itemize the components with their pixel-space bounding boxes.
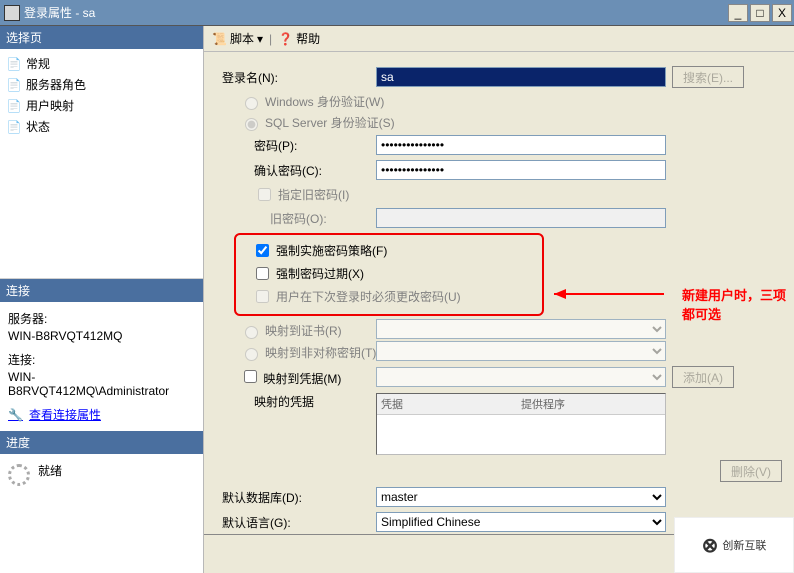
confirm-password-label: 确认密码(C):: [222, 162, 372, 179]
help-icon: ❓: [278, 32, 293, 46]
default-lang-label: 默认语言(G):: [222, 514, 372, 531]
app-icon: [4, 5, 20, 21]
close-button[interactable]: X: [772, 4, 792, 22]
login-name-input[interactable]: [376, 67, 666, 87]
page-icon: 📄: [6, 119, 22, 135]
progress-status: 就绪: [0, 454, 203, 573]
toolbar: 📜 脚本 ▾ | ❓ 帮助: [204, 26, 794, 52]
old-password-label: 旧密码(O):: [222, 210, 372, 227]
windows-auth-label: Windows 身份验证(W): [265, 93, 384, 110]
remove-button: 删除(V): [720, 460, 782, 482]
map-asym-label: 映射到非对称密钥(T): [265, 344, 376, 361]
watermark-logo: ⊗ 创新互联: [674, 517, 794, 573]
old-password-input: [376, 208, 666, 228]
status-text: 就绪: [38, 462, 62, 479]
page-icon: 📄: [6, 98, 22, 114]
page-icon: 📄: [6, 77, 22, 93]
map-cert-label: 映射到证书(R): [265, 322, 342, 339]
enforce-policy-check[interactable]: [256, 244, 269, 257]
window-controls: _ □ X: [728, 4, 792, 22]
windows-auth-radio: [245, 97, 258, 110]
enforce-expire-label: 强制密码过期(X): [276, 265, 364, 282]
spinner-icon: [8, 464, 30, 486]
page-label: 常规: [26, 55, 50, 72]
specify-old-check: [258, 188, 271, 201]
maximize-button[interactable]: □: [750, 4, 770, 22]
page-label: 状态: [26, 118, 50, 135]
default-db-label: 默认数据库(D):: [222, 489, 372, 506]
link-icon: 🔧: [8, 408, 23, 422]
page-icon: 📄: [6, 56, 22, 72]
help-label: 帮助: [296, 30, 320, 47]
default-db-select[interactable]: master: [376, 487, 666, 507]
confirm-password-input[interactable]: [376, 160, 666, 180]
mapped-creds-list[interactable]: 凭据 提供程序: [376, 393, 666, 455]
sql-auth-radio: [245, 118, 258, 131]
help-button[interactable]: ❓ 帮助: [278, 30, 320, 47]
password-label: 密码(P):: [222, 137, 372, 154]
col-credential: 凭据: [381, 396, 521, 412]
form: 登录名(N): 搜索(E)... Windows 身份验证(W) SQL Ser…: [204, 52, 794, 534]
map-cred-label: 映射到凭据(M): [263, 372, 341, 386]
login-name-label: 登录名(N):: [222, 69, 372, 86]
view-conn-props-link[interactable]: 🔧 查看连接属性: [8, 406, 195, 423]
page-user-mapping[interactable]: 📄 用户映射: [0, 95, 203, 116]
sidebar: 选择页 📄 常规 📄 服务器角色 📄 用户映射 📄 状态 连接 服务器: WIN…: [0, 26, 204, 573]
script-label: 脚本: [230, 30, 254, 47]
chevron-down-icon: ▾: [257, 32, 263, 46]
separator: |: [269, 32, 272, 46]
titlebar: 登录属性 - sa _ □ X: [0, 0, 794, 26]
page-server-roles[interactable]: 📄 服务器角色: [0, 74, 203, 95]
search-button[interactable]: 搜索(E)...: [672, 66, 744, 88]
connection-info: 服务器: WIN-B8RVQT412MQ 连接: WIN-B8RVQT412MQ…: [0, 302, 203, 431]
map-asym-select: [376, 341, 666, 361]
page-status[interactable]: 📄 状态: [0, 116, 203, 137]
main-panel: 📜 脚本 ▾ | ❓ 帮助 登录名(N): 搜索(E)... Windows 身…: [204, 26, 794, 573]
sql-auth-label: SQL Server 身份验证(S): [265, 114, 395, 131]
window-title: 登录属性 - sa: [24, 4, 728, 21]
annotation-text: 新建用户时，三项都可选: [682, 285, 794, 323]
link-label: 查看连接属性: [29, 406, 101, 423]
map-cred-check[interactable]: [244, 370, 257, 383]
enforce-expire-check[interactable]: [256, 267, 269, 280]
page-list: 📄 常规 📄 服务器角色 📄 用户映射 📄 状态: [0, 49, 203, 279]
map-cred-select: [376, 367, 666, 387]
enforce-policy-label: 强制实施密码策略(F): [276, 242, 387, 259]
page-label: 服务器角色: [26, 76, 86, 93]
password-input[interactable]: [376, 135, 666, 155]
conn-value: WIN-B8RVQT412MQ\Administrator: [8, 370, 195, 398]
annotation-arrow: [544, 284, 674, 304]
default-lang-select[interactable]: Simplified Chinese: [376, 512, 666, 532]
page-label: 用户映射: [26, 97, 74, 114]
must-change-check: [256, 290, 269, 303]
mapped-creds-label: 映射的凭据: [222, 393, 372, 410]
connection-header: 连接: [0, 279, 203, 302]
map-cert-select: [376, 319, 666, 339]
minimize-button[interactable]: _: [728, 4, 748, 22]
conn-label: 连接:: [8, 351, 195, 368]
progress-header: 进度: [0, 431, 203, 454]
col-provider: 提供程序: [521, 396, 661, 412]
select-page-header: 选择页: [0, 26, 203, 49]
specify-old-label: 指定旧密码(I): [278, 186, 349, 203]
server-label: 服务器:: [8, 310, 195, 327]
add-button: 添加(A): [672, 366, 734, 388]
page-general[interactable]: 📄 常规: [0, 53, 203, 74]
map-cert-radio: [245, 326, 258, 339]
map-asym-radio: [245, 348, 258, 361]
annotation-box: 强制实施密码策略(F) 强制密码过期(X) 用户在下次登录时必须更改密码(U): [234, 233, 544, 316]
script-dropdown[interactable]: 📜 脚本 ▾: [212, 30, 263, 47]
script-icon: 📜: [212, 32, 227, 46]
server-value: WIN-B8RVQT412MQ: [8, 329, 195, 343]
must-change-label: 用户在下次登录时必须更改密码(U): [276, 288, 461, 305]
